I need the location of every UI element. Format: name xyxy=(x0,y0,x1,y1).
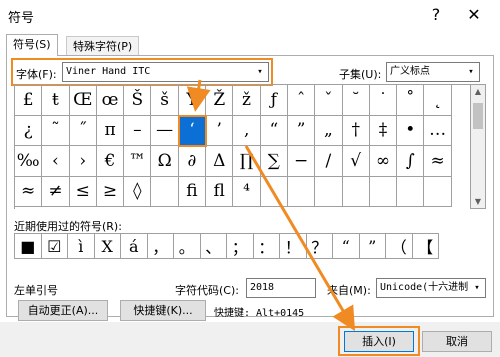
tab-symbols[interactable]: 符号(S) xyxy=(6,34,58,56)
arrow-to-insert xyxy=(244,145,356,332)
arrow-to-selected-cell xyxy=(186,79,211,112)
annotation-arrows xyxy=(186,79,356,332)
